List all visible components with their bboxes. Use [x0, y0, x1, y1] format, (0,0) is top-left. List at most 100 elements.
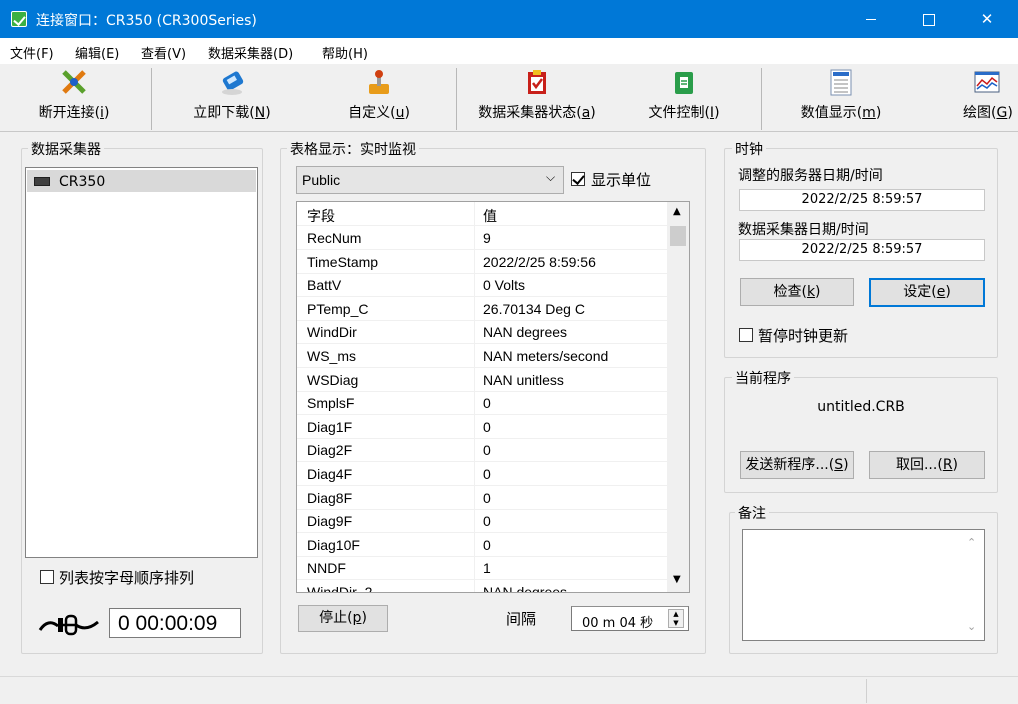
spinner-arrows-icon[interactable]: ▲ ▼	[668, 609, 684, 628]
table-row[interactable]: Diag2F 0	[297, 438, 669, 463]
interval-label: 间隔	[506, 610, 537, 628]
row-value: 0	[483, 442, 491, 459]
table-row[interactable]: SmplsF 0	[297, 391, 669, 416]
menu-file[interactable]: 文件(F)	[10, 43, 54, 62]
row-value: 26.70134 Deg C	[483, 300, 585, 317]
device-name: CR350	[59, 174, 106, 190]
row-field: BattV	[307, 277, 342, 294]
row-field: WSDiag	[307, 371, 359, 388]
menu-bar: 文件(F) 编辑(E) 查看(V) 数据采集器(D) 帮助(H)	[0, 38, 1018, 64]
pause-clock-label: 暂停时钟更新	[758, 327, 849, 345]
menu-view[interactable]: 查看(V)	[141, 43, 186, 62]
menu-help[interactable]: 帮助(H)	[322, 43, 368, 62]
pause-clock-checkbox[interactable]	[739, 328, 753, 342]
table-row[interactable]: Diag4F 0	[297, 462, 669, 486]
row-field: RecNum	[307, 230, 362, 246]
disconnect-plug-icon	[60, 68, 88, 96]
table-row[interactable]: RecNum 9	[297, 226, 669, 250]
sort-alpha-checkbox[interactable]	[40, 570, 54, 584]
maximize-button[interactable]	[900, 0, 958, 38]
datalogger-group-title: 数据采集器	[28, 139, 104, 159]
table-scrollbar[interactable]: ▲ ▼	[667, 202, 689, 592]
customize-button[interactable]: 自定义(u)	[334, 68, 424, 128]
show-units-checkbox[interactable]	[571, 172, 585, 186]
stop-button[interactable]: 停止(p)	[298, 605, 388, 632]
row-field: Diag2F	[307, 442, 353, 459]
row-value: 0	[483, 395, 491, 412]
menu-datalogger[interactable]: 数据采集器(D)	[208, 43, 293, 62]
file-control-button[interactable]: 文件控制(I)	[640, 68, 728, 128]
close-button[interactable]: ✕	[958, 0, 1016, 38]
header-field: 字段	[307, 208, 335, 224]
window-title: 连接窗口：CR350 (CR300Series)	[36, 13, 257, 29]
scroll-up-icon[interactable]: ⌃	[967, 536, 976, 549]
monitor-table: 字段 值 RecNum 9 TimeStamp 2022/2/25 8:59:56 Ba…	[296, 201, 690, 593]
row-field: WS_ms	[307, 348, 356, 364]
scroll-down-icon[interactable]: ▼	[673, 574, 681, 585]
notes-group-title: 备注	[735, 503, 769, 523]
table-row[interactable]: Diag9F 0	[297, 509, 669, 534]
download-now-button[interactable]: 立即下载(N)	[176, 68, 288, 128]
scroll-down-icon[interactable]: ⌄	[967, 620, 976, 633]
list-item[interactable]: CR350	[27, 170, 256, 192]
joystick-icon	[365, 68, 393, 96]
table-row[interactable]: WS_ms NAN meters/second	[297, 344, 669, 368]
datalogger-list[interactable]: CR350	[25, 167, 258, 558]
numeric-display-icon	[827, 68, 855, 96]
scroll-thumb[interactable]	[670, 226, 686, 246]
graph-icon	[973, 68, 1001, 96]
row-value: NAN meters/second	[483, 348, 609, 364]
row-value: NAN unitless	[483, 371, 564, 388]
table-select-dropdown[interactable]: Public ⌵	[296, 166, 564, 194]
server-datetime-label: 调整的服务器日期/时间	[738, 168, 883, 184]
row-value: 9	[483, 230, 491, 246]
table-row[interactable]: Diag1F 0	[297, 414, 669, 439]
program-name: untitled.CRB	[817, 399, 905, 415]
table-row[interactable]: WSDiag NAN unitless	[297, 367, 669, 392]
logger-datetime-label: 数据采集器日期/时间	[738, 222, 869, 238]
numeric-display-button[interactable]: 数值显示(m)	[792, 68, 890, 128]
table-row[interactable]: PTemp_C 26.70134 Deg C	[297, 296, 669, 321]
server-datetime-value: 2022/2/25 8:59:57	[739, 189, 985, 211]
table-row[interactable]: BattV 0 Volts	[297, 273, 669, 298]
row-field: Diag8F	[307, 489, 353, 506]
graph-button[interactable]: 绘图(G)	[960, 68, 1018, 128]
datalogger-device-icon	[34, 177, 50, 186]
toolbar: 断开连接(i) 立即下载(N) 自定义(u) 数据采集器状态(a) 文件控制(I…	[0, 64, 1018, 132]
interval-spinner[interactable]: 00 m 04 秒 ▲ ▼	[571, 606, 689, 631]
show-units-label: 显示单位	[591, 171, 652, 189]
menu-edit[interactable]: 编辑(E)	[75, 43, 119, 62]
connection-timer: 0 00:00:09	[109, 608, 241, 638]
program-group-title: 当前程序	[732, 368, 794, 388]
app-icon	[11, 11, 27, 27]
notes-textarea[interactable]: ⌃ ⌄	[742, 529, 985, 641]
send-program-button[interactable]: 发送新程序...(S)	[740, 451, 854, 479]
row-field: Diag1F	[307, 418, 353, 435]
clock-group-title: 时钟	[732, 139, 766, 159]
check-clock-button[interactable]: 检查(k)	[740, 278, 854, 306]
table-row[interactable]: Diag8F 0	[297, 485, 669, 510]
row-value: 0	[483, 489, 491, 506]
retrieve-program-button[interactable]: 取回...(R)	[869, 451, 985, 479]
datalogger-status-button[interactable]: 数据采集器状态(a)	[468, 68, 606, 128]
row-value: 0	[483, 513, 491, 530]
title-bar: 连接窗口：CR350 (CR300Series) ✕	[0, 0, 1018, 38]
sort-alpha-label: 列表按字母顺序排列	[59, 569, 195, 587]
row-value: 0 Volts	[483, 277, 526, 294]
row-field: PTemp_C	[307, 300, 369, 317]
connection-signal-icon	[38, 612, 102, 640]
logger-datetime-value: 2022/2/25 8:59:57	[739, 239, 985, 261]
table-row[interactable]: TimeStamp 2022/2/25 8:59:56	[297, 249, 669, 274]
clipboard-check-icon	[523, 68, 551, 96]
table-row[interactable]: WindDir NAN degrees	[297, 320, 669, 345]
table-row[interactable]: NNDF 1	[297, 556, 669, 581]
set-clock-button[interactable]: 设定(e)	[869, 278, 985, 307]
minimize-button[interactable]	[842, 0, 900, 38]
scroll-up-icon[interactable]: ▲	[673, 206, 681, 217]
chevron-down-icon: ⌵	[546, 170, 556, 184]
row-value: 1	[483, 560, 491, 577]
table-row[interactable]: WindDir_2 NAN degrees	[297, 580, 669, 592]
row-value: 2022/2/25 8:59:56	[483, 253, 596, 270]
table-row[interactable]: Diag10F 0	[297, 532, 669, 557]
disconnect-button[interactable]: 断开连接(i)	[20, 68, 128, 128]
